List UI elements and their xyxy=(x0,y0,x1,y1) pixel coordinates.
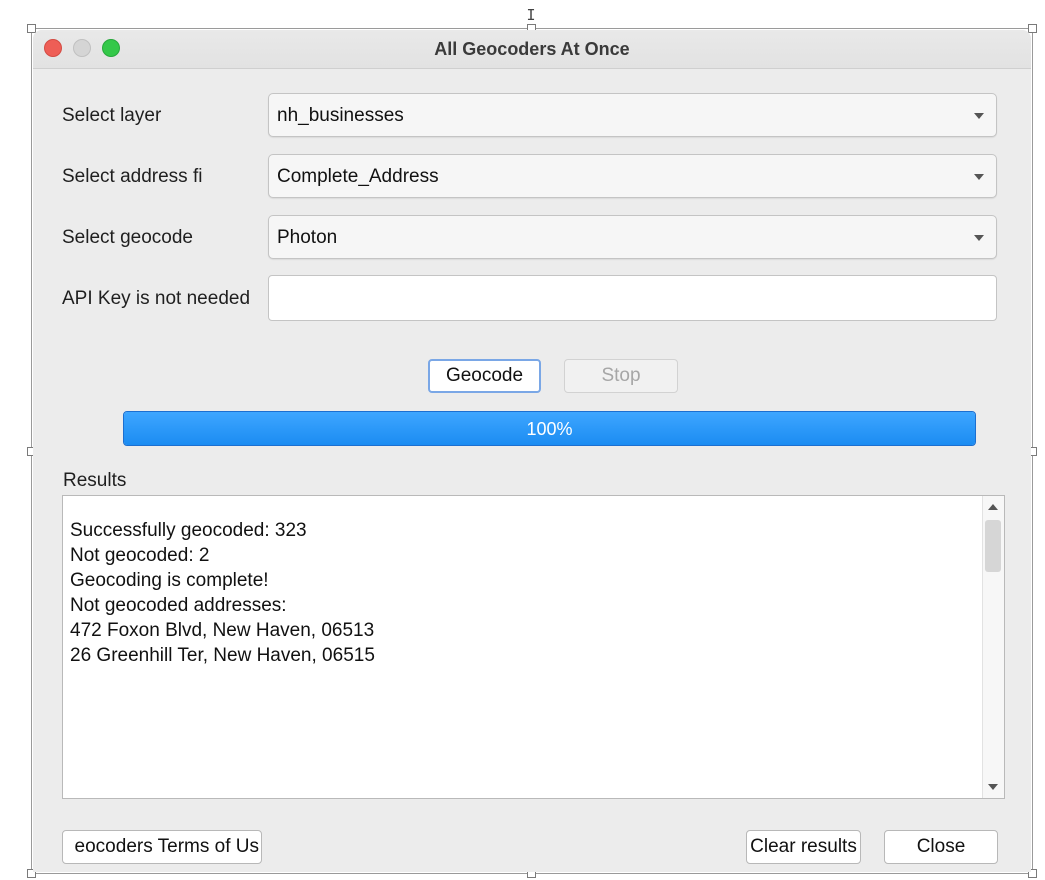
geocoder-label: Select geocode xyxy=(62,227,193,248)
scroll-thumb[interactable] xyxy=(985,520,1001,572)
title-bar[interactable]: All Geocoders At Once xyxy=(33,30,1031,69)
close-button[interactable]: Close xyxy=(884,830,998,864)
scroll-down-icon[interactable] xyxy=(988,784,998,790)
text-cursor-icon: I xyxy=(526,6,536,24)
clear-results-button[interactable]: Clear results xyxy=(746,830,861,864)
layer-label: Select layer xyxy=(62,105,162,126)
scroll-up-icon[interactable] xyxy=(988,504,998,510)
chevron-down-icon xyxy=(974,113,984,119)
results-line: Geocoding is complete! xyxy=(70,570,269,591)
window-title: All Geocoders At Once xyxy=(434,39,630,59)
results-line: Not geocoded: 2 xyxy=(70,545,210,566)
address-field-select[interactable]: Complete_Address xyxy=(268,154,997,198)
progress-text: 100% xyxy=(526,419,573,439)
address-field-label: Select address fi xyxy=(62,166,203,187)
stop-button[interactable]: Stop xyxy=(564,359,678,393)
terms-of-use-button[interactable]: eocoders Terms of Us xyxy=(62,830,262,864)
api-key-label: API Key is not needed xyxy=(62,288,251,309)
geocoder-select[interactable]: Photon xyxy=(268,215,997,259)
address-field-select-value: Complete_Address xyxy=(277,166,439,187)
results-line: 26 Greenhill Ter, New Haven, 06515 xyxy=(70,645,375,666)
progress-bar: 100% xyxy=(123,411,976,446)
geocoder-select-value: Photon xyxy=(277,227,338,248)
results-scrollbar[interactable] xyxy=(982,496,1004,798)
chevron-down-icon xyxy=(974,235,984,241)
layer-select-value: nh_businesses xyxy=(277,105,404,126)
results-line: 472 Foxon Blvd, New Haven, 06513 xyxy=(70,620,375,641)
results-line: Not geocoded addresses: xyxy=(70,595,287,616)
geocode-button[interactable]: Geocode xyxy=(428,359,541,393)
results-textarea[interactable]: Successfully geocoded: 323 Not geocoded: … xyxy=(62,495,1005,799)
dialog-window: All Geocoders At Once Select layer nh_bu… xyxy=(33,30,1031,872)
results-label: Results xyxy=(63,470,127,491)
results-text: Successfully geocoded: 323 Not geocoded: … xyxy=(70,518,375,668)
layer-select[interactable]: nh_businesses xyxy=(268,93,997,137)
chevron-down-icon xyxy=(974,174,984,180)
api-key-input[interactable] xyxy=(268,275,997,321)
results-line: Successfully geocoded: 323 xyxy=(70,520,307,541)
